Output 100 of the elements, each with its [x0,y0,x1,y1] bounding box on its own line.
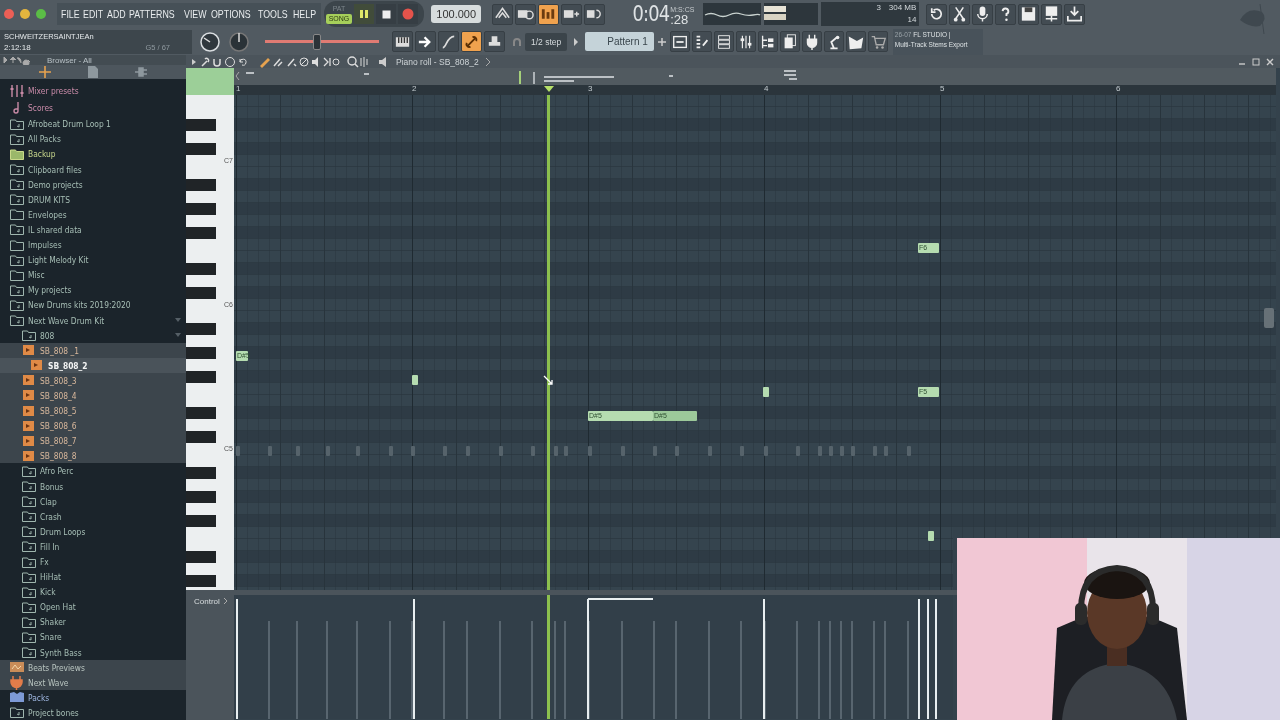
maximize-icon[interactable] [1252,57,1260,66]
close-icon[interactable] [1266,57,1274,66]
control-label[interactable]: Control [194,597,220,606]
menu-item[interactable]: EDIT [83,8,104,20]
zoom-light-icon[interactable] [36,9,46,19]
browser-item[interactable]: Project bones [0,704,186,720]
browser-item[interactable]: Fx [0,553,186,570]
scrollbar-thumb[interactable] [1264,308,1274,328]
piano-roll-tools-drawing[interactable] [190,55,340,68]
document-icon[interactable] [87,65,99,80]
browser-item[interactable]: Snare [0,629,186,645]
volume-knob[interactable] [199,30,221,53]
browser-item[interactable]: SB_808 _1 [0,342,186,358]
toolbar-button[interactable] [1018,3,1040,25]
toolbar-button[interactable] [561,3,583,25]
menu-item[interactable]: VIEW [183,8,207,20]
browser-item[interactable]: Drum Loops [0,523,186,539]
browser-item[interactable]: IL shared data [0,221,186,237]
browser-item[interactable]: Packs [0,689,186,705]
browser-item[interactable]: All Packs [0,131,186,147]
toolbar-button[interactable] [538,3,560,25]
toolbar-button[interactable] [415,31,436,52]
browser-item[interactable]: Clap [0,493,186,509]
toolbar-button[interactable] [669,31,690,52]
toolbar-button[interactable] [515,3,537,25]
toolbar-button[interactable] [1064,3,1086,25]
folder-icon [9,221,25,238]
bar-number: 1 [236,84,241,94]
menu-item[interactable]: OPTIONS [210,8,251,20]
pattern-selector[interactable]: Pattern 1 [585,32,654,51]
plug-icon[interactable] [134,66,149,79]
ghost-note [708,446,712,456]
tool-corner-tile[interactable] [186,68,234,95]
browser-item[interactable]: Open Hat [0,599,186,615]
tempo-field[interactable]: 100.000 [431,5,482,23]
browser-item[interactable]: Crash [0,508,186,524]
browser-item[interactable]: Scores [0,99,186,117]
folder-icon [21,327,37,344]
browser-item[interactable]: SB_808_7 [0,433,186,449]
menu-item[interactable]: ADD [107,8,126,20]
toolbar-button[interactable] [461,31,482,52]
browser-item[interactable]: Light Melody Kit [0,252,186,268]
toolbar-button[interactable] [492,3,514,25]
toolbar-button[interactable] [584,3,606,25]
browser-item[interactable]: Demo projects [0,176,186,192]
ghost-note [326,446,330,456]
menu-item[interactable]: FILE [61,8,80,20]
zoom-icon[interactable] [346,55,368,68]
browser-item[interactable]: Afrobeat Drum Loop 1 [0,116,186,132]
toolbar-button[interactable] [1041,3,1063,25]
browser-item[interactable]: SB_808_6 [0,418,186,434]
toolbar-button[interactable] [713,31,734,52]
browser-item[interactable]: Backup [0,146,186,162]
browser-item[interactable]: Misc [0,267,186,283]
toolbar-button[interactable] [484,31,505,52]
browser-item[interactable]: My projects [0,282,186,298]
toolbar-button[interactable] [735,31,756,52]
browser-item[interactable]: Impulses [0,237,186,253]
toolbar-button[interactable] [949,3,971,25]
toolbar-button[interactable] [995,3,1017,25]
minimize-light-icon[interactable] [20,9,30,19]
browser-item[interactable]: HiHat [0,569,186,585]
timeline-ruler[interactable]: 1 2 3 4 5 6 [234,85,1276,95]
chevron-right-icon[interactable] [222,597,228,605]
toolbar-button[interactable] [779,31,800,52]
browser-item[interactable]: Synth Bass [0,644,186,660]
slider-handle[interactable] [313,34,322,50]
toolbar-button[interactable] [438,31,459,52]
browser-item[interactable]: Kick [0,584,186,600]
browser-item[interactable]: Afro Perc [0,463,186,479]
browser-item[interactable]: Bonus [0,478,186,494]
chevron-right-icon[interactable] [484,56,491,67]
browser-item[interactable]: SB_808_8 [0,448,186,464]
ghost-note [236,446,240,456]
toolbar-button[interactable] [972,3,994,25]
stop-button[interactable] [376,4,397,24]
browser-item[interactable]: Shaker [0,614,186,630]
toolbar-button[interactable] [757,31,778,52]
browser-item[interactable]: Next Wave Drum Kit [0,312,186,328]
browser-item[interactable]: Envelopes [0,206,186,222]
browser-item[interactable]: SB_808_5 [0,403,186,419]
menu-item[interactable]: HELP [293,8,317,20]
toolbar-button[interactable] [823,31,844,52]
toolbar-button[interactable] [926,3,948,25]
pause-button[interactable] [354,4,375,24]
pitch-knob[interactable] [228,30,250,53]
browser-item[interactable]: Clipboard files [0,161,186,177]
browser-item[interactable]: DRUM KITS [0,191,186,207]
browser-item[interactable]: Mixer presets [0,82,186,100]
toolbar-button[interactable] [801,31,822,52]
menu-item[interactable]: PATTERNS [129,8,175,20]
menu-item[interactable]: TOOLS [257,8,288,20]
browser-item[interactable]: New Drums kits 2019:2020 [0,297,186,313]
toolbar-button[interactable] [691,31,712,52]
toolbar-button[interactable] [867,31,888,52]
toolbar-button[interactable] [392,31,413,52]
browser-item[interactable]: Fill In [0,538,186,554]
browser-item[interactable]: Beats Previews [0,659,186,675]
browser-item[interactable]: 808 [0,327,186,343]
snap-selector[interactable]: 1/2 step [525,32,568,51]
